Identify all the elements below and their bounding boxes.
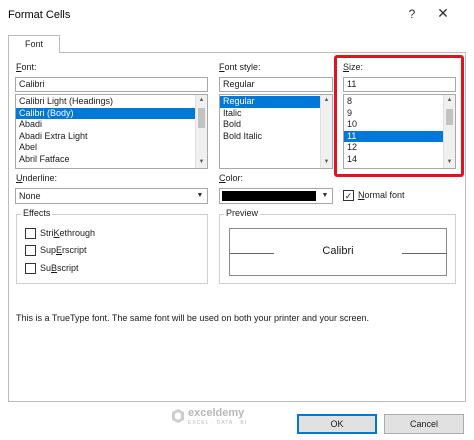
font-list-item[interactable]: Calibri (Body) (16, 107, 207, 119)
close-icon[interactable]: ✕ (433, 5, 453, 22)
cancel-button[interactable]: Cancel (384, 414, 464, 434)
color-swatch (222, 191, 316, 201)
font-style-list-scrollbar[interactable]: ▲ ▼ (320, 95, 332, 168)
superscript-label-before: Sup (40, 245, 57, 255)
font-style-label-rest: ont style: (224, 62, 261, 72)
underline-value: None (19, 191, 41, 201)
size-list-item[interactable]: 8 (344, 96, 455, 108)
font-style-list-item[interactable]: Bold (220, 119, 332, 131)
underline-label-rest: nderline: (22, 173, 58, 183)
subscript-label-before: Su (40, 263, 52, 273)
underline-label: Underline: (16, 173, 57, 183)
size-label-rest: ize: (349, 62, 364, 72)
subscript-checkbox[interactable] (25, 263, 36, 274)
exceldemy-logo-icon (172, 409, 184, 423)
strikethrough-label-after: ethrough (59, 228, 96, 238)
subscript-label: SuBscript (40, 263, 79, 273)
chevron-down-icon[interactable]: ▼ (318, 189, 332, 203)
preview-sample: Calibri (322, 245, 354, 257)
preview-box: Calibri (229, 228, 447, 276)
tab-font[interactable]: Font (8, 35, 60, 53)
scroll-down-arrow-icon[interactable]: ▼ (321, 157, 332, 168)
superscript-checkbox[interactable] (25, 245, 36, 256)
font-list-scrollbar[interactable]: ▲ ▼ (195, 95, 207, 168)
underline-select[interactable]: None ▼ (15, 188, 208, 204)
color-label: Color: (219, 173, 243, 183)
watermark-tagline: EXCEL · DATA · BI (188, 420, 248, 426)
font-style-label: Font style: (219, 62, 261, 72)
color-select[interactable]: ▼ (219, 188, 333, 204)
size-list[interactable]: 8 9 10 11 12 14 ▲ ▼ (343, 94, 456, 169)
subscript-label-after: script (57, 263, 79, 273)
color-label-rest: olor: (225, 173, 244, 183)
dialog-title: Format Cells (8, 9, 71, 21)
preview-title: Preview (224, 208, 261, 218)
font-style-list-item[interactable]: Italic (220, 108, 332, 120)
size-list-item[interactable]: 9 (344, 108, 455, 120)
font-label-rest: ont: (21, 62, 37, 72)
font-name-input[interactable]: Calibri (15, 77, 208, 92)
size-input[interactable]: 11 (343, 77, 456, 92)
watermark-brand: exceldemy (188, 407, 245, 419)
scroll-thumb[interactable] (198, 108, 205, 128)
title-bar (0, 0, 474, 30)
font-list-item[interactable]: Abadi Extra Light (16, 131, 207, 143)
font-list-item[interactable]: Abel (16, 142, 207, 154)
superscript-label: SupErscript (40, 245, 87, 255)
scroll-up-arrow-icon[interactable]: ▲ (321, 95, 332, 106)
scroll-up-arrow-icon[interactable]: ▲ (196, 95, 207, 106)
exceldemy-watermark: exceldemy EXCEL · DATA · BI (172, 406, 292, 430)
size-label: Size: (343, 62, 363, 72)
font-list-item[interactable]: Calibri Light (Headings) (16, 96, 207, 108)
help-icon[interactable]: ? (404, 7, 420, 21)
font-list-item[interactable]: Abadi (16, 119, 207, 131)
strikethrough-label-before: Stri (40, 228, 54, 238)
strikethrough-label: StriKethrough (40, 228, 95, 238)
scroll-down-arrow-icon[interactable]: ▼ (196, 157, 207, 168)
size-list-item[interactable]: 10 (344, 119, 455, 131)
chevron-down-icon[interactable]: ▼ (193, 189, 207, 203)
font-style-input[interactable]: Regular (219, 77, 333, 92)
font-list-item[interactable]: Abril Fatface (16, 154, 207, 166)
font-style-list-item[interactable]: Regular (220, 96, 332, 108)
strikethrough-checkbox[interactable] (25, 228, 36, 239)
truetype-info-text: This is a TrueType font. The same font w… (16, 313, 370, 323)
normal-font-label-rest: ormal font (364, 190, 405, 200)
size-list-item[interactable]: 12 (344, 142, 455, 154)
scroll-down-arrow-icon[interactable]: ▼ (444, 157, 455, 168)
size-list-item[interactable]: 14 (344, 154, 455, 166)
superscript-label-after: rscript (62, 245, 87, 255)
scroll-up-arrow-icon[interactable]: ▲ (444, 95, 455, 106)
font-style-list-item[interactable]: Bold Italic (220, 131, 332, 143)
size-list-item[interactable]: 11 (344, 130, 455, 142)
scroll-thumb[interactable] (446, 109, 453, 125)
ok-button[interactable]: OK (297, 414, 377, 434)
font-name-list[interactable]: Calibri Light (Headings) Calibri (Body) Ab… (15, 94, 208, 169)
normal-font-label: Normal font (358, 190, 405, 200)
font-style-list[interactable]: Regular Italic Bold Bold Italic ▲ ▼ (219, 94, 333, 169)
size-list-scrollbar[interactable]: ▲ ▼ (443, 95, 455, 168)
normal-font-checkbox[interactable]: ✓ (343, 190, 354, 201)
font-label: Font: (16, 62, 37, 72)
effects-title: Effects (21, 208, 53, 218)
